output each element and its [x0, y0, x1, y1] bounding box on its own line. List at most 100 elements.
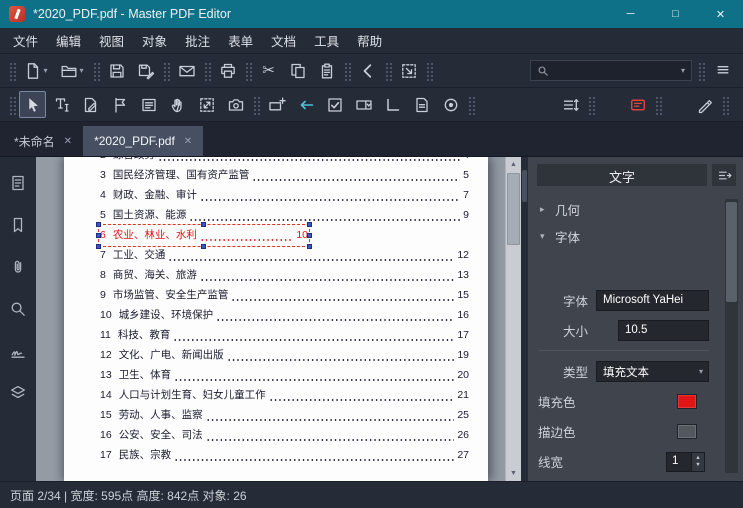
menu-item-object[interactable]: 对象	[133, 28, 176, 53]
signature-button[interactable]	[5, 338, 31, 364]
open-folder-button[interactable]: ▾	[55, 57, 89, 84]
pen-tool-button[interactable]	[691, 91, 718, 118]
scroll-down-icon[interactable]: ▼	[506, 466, 521, 481]
overflow-menu-button[interactable]: ≡	[708, 57, 738, 84]
toc-row[interactable]: 8 商贸、海关、旅游 13	[100, 265, 469, 285]
minimize-button[interactable]: ─	[608, 0, 653, 28]
toc-row[interactable]: 13 卫生、体育 20	[100, 365, 469, 385]
thumbnails-button[interactable]	[5, 170, 31, 196]
line-tool-button[interactable]	[379, 91, 406, 118]
toc-row[interactable]: 16 公安、安全、司法 26	[100, 425, 469, 445]
toc-row[interactable]: 3 国民经济管理、国有资产监管 5	[100, 165, 469, 185]
search-dropdown-icon[interactable]: ▾	[681, 66, 685, 75]
splitter-handle[interactable]	[522, 170, 527, 202]
menu-item-view[interactable]: 视图	[90, 28, 133, 53]
section-geometry[interactable]: ▸ 几何	[540, 200, 709, 219]
toc-row[interactable]: 12 文化、广电、新闻出版 19	[100, 345, 469, 365]
menu-item-document[interactable]: 文档	[262, 28, 305, 53]
crop-button[interactable]	[193, 91, 220, 118]
toc-row[interactable]: 7 工业、交通 12	[100, 245, 469, 265]
back-button[interactable]	[354, 57, 381, 84]
copy-button[interactable]	[284, 57, 311, 84]
toc-row[interactable]: 2 综合政务 4	[100, 157, 469, 165]
toc-row[interactable]: 14 人口与计划生育、妇女儿童工作 21	[100, 385, 469, 405]
viewer-scrollbar[interactable]: ▲ ▼	[505, 157, 521, 481]
selection-handle[interactable]	[96, 232, 101, 238]
tab-close-icon[interactable]: ✕	[64, 136, 72, 147]
selected-text-object[interactable]: 6 农业、林业、水利 10	[96, 222, 312, 249]
print-button[interactable]	[214, 57, 241, 84]
line-width-stepper[interactable]: 1 ▲ ▼	[666, 451, 705, 472]
select-flag-button[interactable]	[106, 91, 133, 118]
bookmarks-button[interactable]	[5, 212, 31, 238]
close-button[interactable]: ✕	[698, 0, 743, 28]
menu-item-file[interactable]: 文件	[4, 28, 47, 53]
selection-handle[interactable]	[96, 244, 101, 249]
form-fields-button[interactable]	[135, 91, 162, 118]
panel-scrollbar-thumb[interactable]	[726, 202, 737, 302]
listbox-field-button[interactable]	[408, 91, 435, 118]
toc-row[interactable]: 15 劳动、人事、监察 25	[100, 405, 469, 425]
edit-object-button[interactable]	[77, 91, 104, 118]
scroll-up-icon[interactable]: ▲	[506, 157, 521, 172]
stroke-color-swatch[interactable]	[677, 424, 697, 439]
email-button[interactable]	[173, 57, 200, 84]
font-size-input[interactable]: 10.5	[618, 320, 709, 341]
align-objects-button[interactable]	[557, 91, 584, 118]
attachments-button[interactable]	[5, 254, 31, 280]
new-document-button[interactable]: ▾	[19, 57, 53, 84]
selection-handle[interactable]	[201, 222, 206, 227]
selection-handle[interactable]	[307, 222, 312, 227]
toc-row[interactable]: 5 国土资源、能源 9	[100, 205, 469, 225]
panel-toggle-button[interactable]	[712, 164, 736, 186]
edit-text-button[interactable]	[48, 91, 75, 118]
toc-row[interactable]: 17 民族、宗教 27	[100, 445, 469, 465]
highlight-frame-button[interactable]	[624, 91, 651, 118]
selection-handle[interactable]	[307, 232, 312, 238]
toc-row[interactable]: 6 农业、林业、水利 10	[96, 222, 469, 249]
layers-button[interactable]	[5, 380, 31, 406]
radio-button-button[interactable]	[437, 91, 464, 118]
save-button[interactable]	[103, 57, 130, 84]
snapshot-camera-button[interactable]	[222, 91, 249, 118]
text-field-button[interactable]	[263, 91, 290, 118]
menu-item-edit[interactable]: 编辑	[47, 28, 90, 53]
search-box[interactable]: ▾	[530, 60, 692, 81]
save-as-button[interactable]	[132, 57, 159, 84]
fill-color-swatch[interactable]	[677, 394, 697, 409]
cut-button[interactable]: ✂	[255, 57, 282, 84]
paste-button[interactable]	[313, 57, 340, 84]
combobox-field-button[interactable]	[350, 91, 377, 118]
hand-button[interactable]	[164, 91, 191, 118]
tab-2020-pdf[interactable]: *2020_PDF.pdf ✕	[83, 126, 204, 156]
viewer-scrollbar-thumb[interactable]	[507, 173, 520, 245]
menu-item-comment[interactable]: 批注	[176, 28, 219, 53]
toc-row[interactable]: 4 财政、金融、审计 7	[100, 185, 469, 205]
panel-splitter[interactable]	[521, 157, 528, 481]
checkbox-field-button[interactable]	[321, 91, 348, 118]
snapshot-button[interactable]	[395, 57, 422, 84]
menu-item-tools[interactable]: 工具	[305, 28, 348, 53]
tab-close-icon[interactable]: ✕	[184, 136, 192, 147]
menu-item-form[interactable]: 表单	[219, 28, 262, 53]
toc-row[interactable]: 10 城乡建设、环境保护 16	[100, 305, 469, 325]
tab-untitled[interactable]: *未命名 ✕	[3, 126, 83, 156]
section-font[interactable]: ▾ 字体	[540, 227, 709, 246]
maximize-button[interactable]: □	[653, 0, 698, 28]
selection-handle[interactable]	[201, 244, 206, 249]
font-family-input[interactable]: Microsoft YaHei	[596, 290, 709, 311]
select-arrow-button[interactable]	[19, 91, 46, 118]
toc-row[interactable]: 9 市场监管、安全生产监管 15	[100, 285, 469, 305]
toc-row[interactable]: 11 科技、教育 17	[100, 325, 469, 345]
search-input[interactable]	[553, 63, 676, 78]
type-select[interactable]: 填充文本 ▾	[596, 361, 709, 382]
panel-scrollbar[interactable]	[725, 199, 738, 473]
stepper-arrows[interactable]: ▲ ▼	[692, 451, 705, 472]
reset-forms-button[interactable]	[292, 91, 319, 118]
selection-handle[interactable]	[96, 222, 101, 227]
menu-item-help[interactable]: 帮助	[348, 28, 391, 53]
search-button[interactable]	[5, 296, 31, 322]
spin-down-icon[interactable]: ▼	[695, 462, 700, 468]
spin-up-icon[interactable]: ▲	[695, 455, 700, 461]
selection-handle[interactable]	[307, 244, 312, 249]
